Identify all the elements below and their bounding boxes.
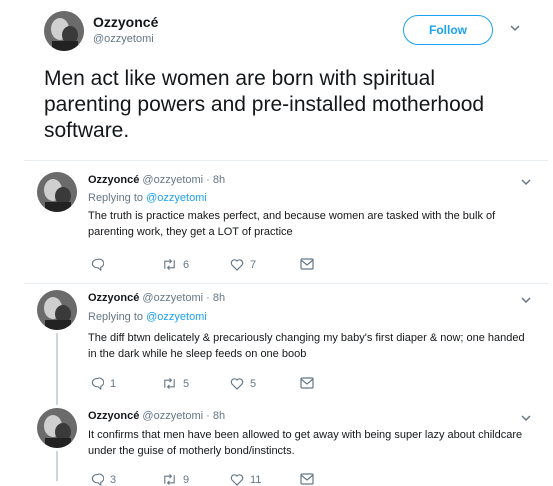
reply-author-name[interactable]: Ozzyoncé xyxy=(88,410,139,422)
avatar[interactable] xyxy=(37,290,77,330)
divider xyxy=(24,283,548,284)
like-count: 11 xyxy=(250,473,262,486)
replying-to-handle[interactable]: @ozzyetomi xyxy=(146,311,207,323)
envelope-icon xyxy=(300,258,314,270)
follow-button[interactable]: Follow xyxy=(403,15,493,45)
retweet-count: 6 xyxy=(183,258,190,271)
message-action[interactable] xyxy=(300,377,320,389)
heart-icon xyxy=(230,378,244,390)
retweet-action[interactable]: 9 xyxy=(162,473,189,486)
reply-count: 1 xyxy=(110,377,117,390)
thread-line xyxy=(56,451,58,481)
chevron-down-icon[interactable] xyxy=(520,176,532,191)
heart-icon xyxy=(230,259,244,271)
message-action[interactable] xyxy=(300,473,320,485)
avatar[interactable] xyxy=(37,172,77,212)
tweet-text: Men act like women are born with spiritu… xyxy=(44,67,485,142)
reply-header: Ozzyoncé @ozzyetomi · 8h xyxy=(88,410,225,422)
reply-action[interactable]: 1 xyxy=(91,377,116,390)
reply-author-name[interactable]: Ozzyoncé xyxy=(88,174,139,186)
reply-icon xyxy=(91,473,104,486)
envelope-icon xyxy=(300,473,314,485)
follow-button-label: Follow xyxy=(429,23,467,37)
replying-to: Replying to @ozzyetomi xyxy=(88,311,207,323)
reply-count: 3 xyxy=(110,473,117,486)
replying-to-prefix: Replying to xyxy=(88,311,144,323)
like-action[interactable]: 11 xyxy=(230,473,261,486)
like-count: 5 xyxy=(250,377,257,390)
heart-icon xyxy=(230,474,244,486)
reply-text: The truth is practice makes perfect, and… xyxy=(88,210,496,238)
like-count: 7 xyxy=(250,258,257,271)
replying-to-prefix: Replying to xyxy=(88,192,144,204)
chevron-down-icon[interactable] xyxy=(520,412,532,427)
avatar[interactable] xyxy=(44,11,84,51)
avatar[interactable] xyxy=(37,408,77,448)
divider xyxy=(24,160,548,161)
reply-action[interactable]: 3 xyxy=(91,473,116,486)
retweet-action[interactable]: 6 xyxy=(162,258,189,271)
replying-to-handle[interactable]: @ozzyetomi xyxy=(146,192,207,204)
message-action[interactable] xyxy=(300,258,320,270)
author-handle[interactable]: @ozzyetomi xyxy=(93,33,154,45)
chevron-down-icon[interactable] xyxy=(509,22,521,37)
reply-author-name[interactable]: Ozzyoncé xyxy=(88,292,139,304)
reply-text: The diff btwn delicately & precariously … xyxy=(88,332,525,360)
retweet-icon xyxy=(164,377,175,390)
reply-icon xyxy=(91,258,104,271)
replying-to: Replying to @ozzyetomi xyxy=(88,192,207,204)
reply-header: Ozzyoncé @ozzyetomi · 8h xyxy=(88,174,225,186)
retweet-count: 5 xyxy=(183,377,190,390)
retweet-icon xyxy=(164,473,175,486)
reply-header: Ozzyoncé @ozzyetomi · 8h xyxy=(88,292,225,304)
retweet-icon xyxy=(164,258,175,271)
like-action[interactable]: 7 xyxy=(230,258,256,271)
reply-handle-time[interactable]: @ozzyetomi · 8h xyxy=(142,174,225,186)
reply-handle-time[interactable]: @ozzyetomi · 8h xyxy=(142,292,225,304)
envelope-icon xyxy=(300,377,314,389)
thread-line xyxy=(56,333,58,405)
like-action[interactable]: 5 xyxy=(230,377,256,390)
author-name[interactable]: Ozzyoncé xyxy=(93,14,158,30)
retweet-count: 9 xyxy=(183,473,190,486)
reply-action[interactable] xyxy=(91,258,110,271)
reply-handle-time[interactable]: @ozzyetomi · 8h xyxy=(142,410,225,422)
reply-text: It confirms that men have been allowed t… xyxy=(88,429,523,457)
reply-icon xyxy=(91,377,104,390)
retweet-action[interactable]: 5 xyxy=(162,377,189,390)
chevron-down-icon[interactable] xyxy=(520,294,532,309)
